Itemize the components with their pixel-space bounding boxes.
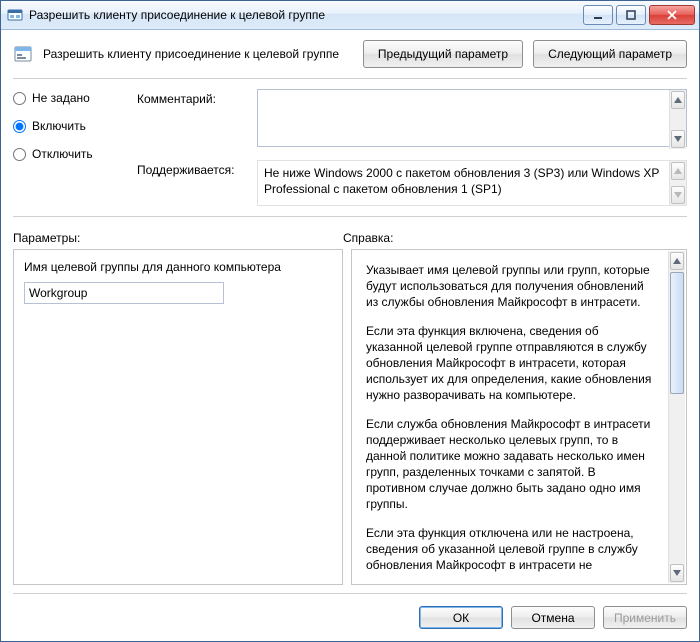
scroll-down-icon[interactable] (671, 130, 685, 148)
help-paragraph: Указывает имя целевой группы или групп, … (366, 262, 654, 311)
scrollbar-thumb[interactable] (670, 272, 684, 394)
scroll-up-icon[interactable] (671, 162, 685, 180)
group-name-input[interactable] (24, 282, 224, 304)
maximize-button[interactable] (616, 5, 646, 25)
scrollbar-track[interactable] (669, 395, 685, 563)
dialog-window: Разрешить клиенту присоединение к целево… (0, 0, 700, 642)
radio-enabled[interactable]: Включить (13, 119, 123, 133)
radio-not-configured-label: Не задано (32, 91, 90, 105)
dialog-body: Не задано Включить Отключить Комментарий… (1, 76, 699, 593)
apply-button[interactable]: Применить (603, 606, 687, 629)
section-labels: Параметры: Справка: (13, 231, 687, 245)
lower-split: Имя целевой группы для данного компьютер… (13, 249, 687, 585)
help-scrollbar[interactable] (668, 251, 685, 583)
comment-textarea[interactable] (257, 89, 687, 147)
help-paragraph: Если эта функция включена, сведения об у… (366, 323, 654, 404)
separator (13, 78, 687, 79)
radio-disabled-label: Отключить (32, 147, 93, 161)
help-panel: Указывает имя целевой группы или групп, … (351, 249, 687, 585)
scroll-down-icon[interactable] (671, 186, 685, 204)
supported-row: Поддерживается: Не ниже Windows 2000 с п… (137, 160, 687, 206)
supported-scrollbar[interactable] (669, 161, 686, 205)
group-name-label: Имя целевой группы для данного компьютер… (24, 260, 332, 274)
comment-label: Комментарий: (137, 89, 247, 150)
dialog-buttons: ОК Отмена Применить (1, 594, 699, 641)
previous-setting-button[interactable]: Предыдущий параметр (363, 40, 523, 68)
comment-row: Комментарий: (137, 89, 687, 150)
radio-enabled-input[interactable] (13, 120, 26, 133)
cancel-button[interactable]: Отмена (511, 606, 595, 629)
header-title: Разрешить клиенту присоединение к целево… (43, 47, 353, 61)
help-text: Указывает имя целевой группы или групп, … (362, 260, 676, 574)
radio-disabled-input[interactable] (13, 148, 26, 161)
scroll-down-icon[interactable] (670, 564, 684, 582)
state-and-fields: Не задано Включить Отключить Комментарий… (13, 89, 687, 206)
params-panel: Имя целевой группы для данного компьютер… (13, 249, 343, 585)
state-radio-group: Не задано Включить Отключить (13, 89, 123, 206)
window-controls (583, 5, 695, 25)
scroll-up-icon[interactable] (671, 91, 685, 109)
window-title: Разрешить клиенту присоединение к целево… (29, 8, 583, 22)
scroll-up-icon[interactable] (670, 252, 684, 270)
policy-icon (13, 44, 33, 64)
next-setting-button[interactable]: Следующий параметр (533, 40, 687, 68)
radio-not-configured[interactable]: Не задано (13, 91, 123, 105)
header-row: Разрешить клиенту присоединение к целево… (1, 30, 699, 76)
minimize-button[interactable] (583, 5, 613, 25)
supported-text: Не ниже Windows 2000 с пакетом обновлени… (257, 160, 687, 206)
comment-scrollbar[interactable] (669, 90, 686, 149)
radio-disabled[interactable]: Отключить (13, 147, 123, 161)
comment-box (257, 89, 687, 150)
radio-not-configured-input[interactable] (13, 92, 26, 105)
help-section-label: Справка: (343, 231, 393, 245)
app-icon (7, 7, 23, 23)
params-section-label: Параметры: (13, 231, 343, 245)
help-paragraph: Если служба обновления Майкрософт в интр… (366, 416, 654, 513)
supported-box: Не ниже Windows 2000 с пакетом обновлени… (257, 160, 687, 206)
ok-button[interactable]: ОК (419, 606, 503, 629)
title-bar: Разрешить клиенту присоединение к целево… (1, 1, 699, 30)
help-paragraph: Если эта функция отключена или не настро… (366, 525, 654, 574)
close-button[interactable] (649, 5, 695, 25)
separator (13, 216, 687, 217)
radio-enabled-label: Включить (32, 119, 86, 133)
supported-label: Поддерживается: (137, 160, 247, 206)
fields-column: Комментарий: Поддерживается: Не ниже Win… (137, 89, 687, 206)
